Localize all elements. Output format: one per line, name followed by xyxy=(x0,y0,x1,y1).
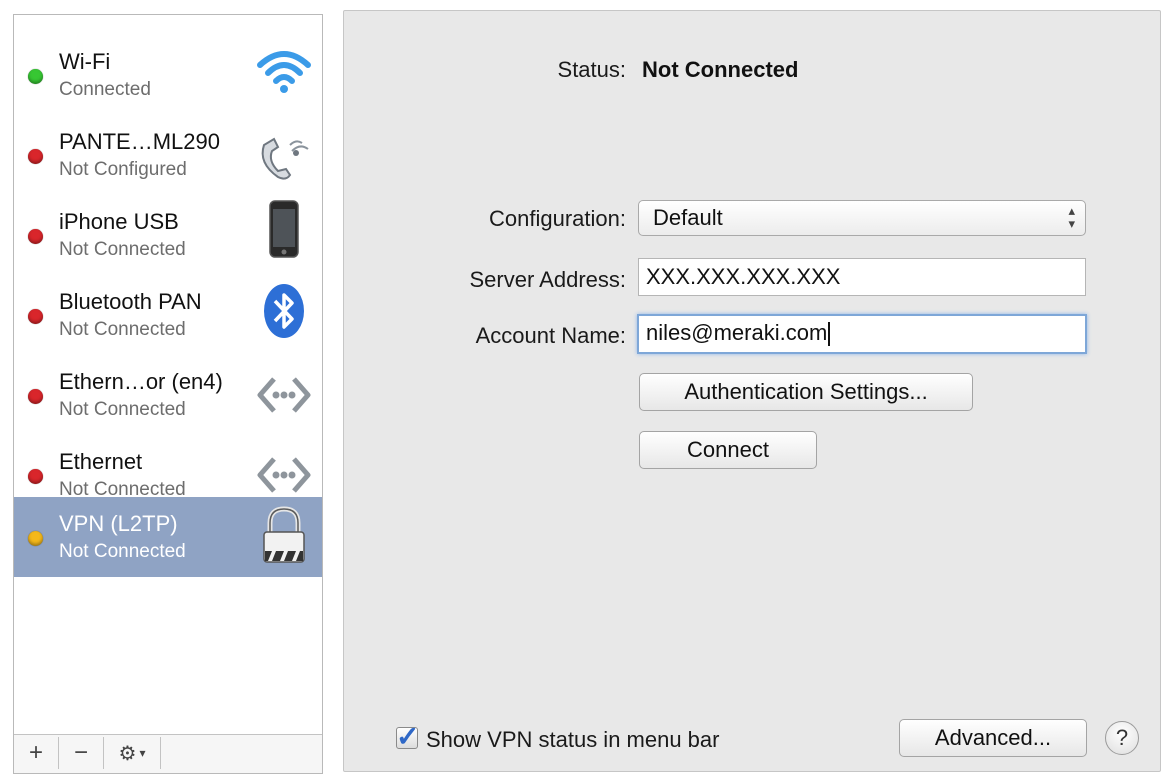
service-item-ethernet-adaptor-en4[interactable]: Ethern…or (en4) Not Connected xyxy=(14,353,322,433)
checkmark-icon: ✓ xyxy=(396,721,420,752)
modem-phone-icon xyxy=(261,137,309,180)
popup-arrows-icon: ▴ ▾ xyxy=(1068,203,1075,231)
show-vpn-status-label[interactable]: Show VPN status in menu bar xyxy=(426,727,719,753)
status-value: Not Connected xyxy=(642,57,799,82)
service-item-iphone-usb[interactable]: iPhone USB Not Connected xyxy=(14,193,322,273)
server-address-label: Server Address: xyxy=(469,267,626,292)
vpn-lock-icon xyxy=(263,506,305,563)
status-dot-yellow xyxy=(28,531,43,546)
configuration-popup[interactable]: Default ▴ ▾ xyxy=(638,200,1086,236)
sidebar-toolbar: + − ⚙ ▾ xyxy=(14,734,322,773)
authentication-settings-label: Authentication Settings... xyxy=(684,379,928,404)
bluetooth-icon xyxy=(264,284,304,338)
ethernet-icon xyxy=(257,457,311,493)
server-address-value: XXX.XXX.XXX.XXX xyxy=(646,264,841,289)
text-cursor xyxy=(828,322,831,347)
service-item-bluetooth-pan[interactable]: Bluetooth PAN Not Connected xyxy=(14,273,322,353)
server-address-field[interactable]: XXX.XXX.XXX.XXX xyxy=(638,258,1086,296)
advanced-button[interactable]: Advanced... xyxy=(899,719,1087,757)
add-service-button[interactable]: + xyxy=(14,737,59,769)
status-dot-red xyxy=(28,229,43,244)
status-dot-red xyxy=(28,149,43,164)
service-status: Connected xyxy=(59,79,151,100)
plus-icon: + xyxy=(28,739,43,766)
status-dot-red xyxy=(28,469,43,484)
status-label: Status: xyxy=(557,57,626,82)
minus-icon: − xyxy=(73,739,88,766)
status-dot-red xyxy=(28,389,43,404)
configuration-value: Default xyxy=(653,205,723,230)
account-name-field[interactable]: niles@meraki.com xyxy=(637,314,1087,354)
gear-icon: ⚙ xyxy=(118,742,137,765)
service-status: Not Connected xyxy=(59,239,186,260)
service-item-pantech[interactable]: PANTE…ML290 Not Configured xyxy=(14,113,322,193)
remove-service-button[interactable]: − xyxy=(59,737,104,769)
advanced-label: Advanced... xyxy=(934,725,1052,750)
authentication-settings-button[interactable]: Authentication Settings... xyxy=(639,373,973,411)
service-name: Bluetooth PAN xyxy=(59,289,202,314)
service-status: Not Connected xyxy=(59,399,186,420)
service-status: Not Connected xyxy=(59,319,186,340)
service-name: Wi-Fi xyxy=(59,49,111,74)
ethernet-icon xyxy=(257,377,311,413)
service-name: VPN (L2TP) xyxy=(59,511,178,536)
service-item-vpn-l2tp[interactable]: VPN (L2TP) Not Connected xyxy=(14,497,322,577)
wifi-icon xyxy=(257,51,311,93)
chevron-down-icon: ▾ xyxy=(139,746,146,760)
connect-button[interactable]: Connect xyxy=(639,431,817,469)
service-name: Ethernet xyxy=(59,449,143,474)
service-name: iPhone USB xyxy=(59,209,179,234)
connect-label: Connect xyxy=(687,437,769,462)
show-vpn-status-checkbox[interactable]: ✓ xyxy=(396,721,419,752)
gear-menu-button[interactable]: ⚙ ▾ xyxy=(104,737,161,769)
service-list: Wi-Fi Connected PANTE…ML290 Not Configur… xyxy=(13,14,323,774)
service-name: PANTE…ML290 xyxy=(59,129,220,154)
status-dot-red xyxy=(28,309,43,324)
service-name: Ethern…or (en4) xyxy=(59,369,223,394)
status-dot-green xyxy=(28,69,43,84)
configuration-label: Configuration: xyxy=(489,206,626,231)
service-item-wifi[interactable]: Wi-Fi Connected xyxy=(14,33,322,113)
help-button[interactable]: ? xyxy=(1105,721,1139,755)
account-name-label: Account Name: xyxy=(475,323,626,348)
service-status: Not Configured xyxy=(59,159,187,180)
service-status: Not Connected xyxy=(59,541,186,562)
iphone-icon xyxy=(269,200,299,258)
question-mark-icon: ? xyxy=(1115,725,1129,750)
account-name-value: niles@meraki.com xyxy=(646,320,828,345)
vpn-settings-pane: Status: Not Connected Configuration: Def… xyxy=(343,10,1161,772)
